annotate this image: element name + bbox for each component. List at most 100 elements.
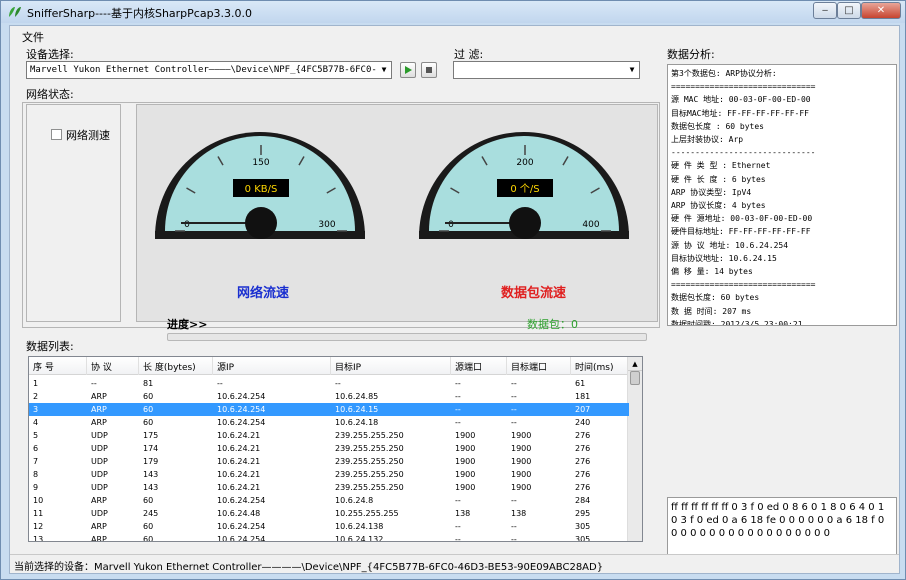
column-header[interactable]: 时间(ms) [575, 360, 613, 373]
speed-test-checkbox[interactable] [51, 129, 62, 140]
table-cell: 174 [143, 444, 159, 453]
flow-tick-min: 0 [184, 220, 190, 230]
column-separator[interactable] [138, 357, 139, 375]
analysis-line: 目标MAC地址: FF-FF-FF-FF-FF-FF [671, 108, 809, 118]
column-header[interactable]: 长 度(bytes) [143, 360, 196, 373]
column-separator[interactable] [570, 357, 571, 375]
table-cell: 143 [143, 483, 159, 492]
table-cell: 1900 [511, 431, 532, 440]
packet-tick-max: 400 [582, 220, 599, 230]
column-header[interactable]: 目标端口 [511, 360, 547, 373]
table-cell: -- [455, 405, 461, 414]
table-cell: 10.6.24.254 [217, 392, 266, 401]
packet-gauge-caption: 数据包流速 [501, 286, 567, 301]
packet-count: 数据包：0 [527, 318, 578, 331]
table-scrollbar[interactable]: ▲ [627, 357, 642, 541]
start-capture-button[interactable] [400, 62, 416, 78]
menu-file[interactable]: 文件 [22, 29, 44, 45]
analysis-line: 源 协 议 地址: 10.6.24.254 [671, 240, 789, 250]
table-row[interactable]: 1 -- 81 -- -- -- -- 61 [29, 377, 629, 390]
table-row[interactable]: 9 UDP 143 10.6.24.21 239.255.255.250 1900 1900… [29, 481, 629, 494]
table-row[interactable]: 11 UDP 245 10.6.24.48 10.255.255.255 138 138 29… [29, 507, 629, 520]
column-separator[interactable] [330, 357, 331, 375]
table-cell: 239.255.255.250 [335, 457, 404, 466]
table-cell: 181 [575, 392, 591, 401]
column-header[interactable]: 序 号 [33, 360, 54, 373]
column-separator[interactable] [212, 357, 213, 375]
device-select[interactable]: Marvell Yukon Ethernet Controller————\De… [26, 61, 392, 79]
minimize-button[interactable]: ‒ [813, 2, 837, 19]
table-row[interactable]: 6 UDP 174 10.6.24.21 239.255.255.250 1900 1900… [29, 442, 629, 455]
table-row[interactable]: 8 UDP 143 10.6.24.21 239.255.255.250 1900 1900… [29, 468, 629, 481]
table-cell: -- [455, 496, 461, 505]
table-cell: 61 [575, 379, 586, 388]
table-row[interactable]: 4 ARP 60 10.6.24.254 10.6.24.18 -- -- 240 [29, 416, 629, 429]
table-cell: 1900 [455, 457, 476, 466]
column-separator[interactable] [86, 357, 87, 375]
analysis-text[interactable]: 第3个数据包: ARP协议分析: ========================… [667, 64, 897, 326]
table-cell: -- [511, 522, 517, 531]
table-cell: UDP [91, 483, 108, 492]
table-cell: 138 [511, 509, 527, 518]
table-cell: 81 [143, 379, 154, 388]
column-header[interactable]: 目标IP [335, 360, 361, 373]
analysis-line: 源 MAC 地址: 00-03-0F-00-ED-00 [671, 95, 811, 105]
table-row[interactable]: 2 ARP 60 10.6.24.254 10.6.24.85 -- -- 181 [29, 390, 629, 403]
network-status-label: 网络状态: [26, 88, 74, 101]
packet-table[interactable]: 序 号 协 议 长 度(bytes) 源IP 目标IP 源端口 目标端口 时间(ms) ▲ 1… [28, 356, 643, 542]
column-separator[interactable] [450, 357, 451, 375]
table-row[interactable]: 12 ARP 60 10.6.24.254 10.6.24.138 -- -- 305 [29, 520, 629, 533]
app-window: SnifferSharp----基于内核SharpPcap3.3.0.0 ‒ □… [0, 0, 906, 580]
table-cell: 9 [33, 483, 39, 492]
maximize-button[interactable]: □ [837, 2, 861, 19]
table-cell: 10.6.24.8 [335, 496, 374, 505]
flow-gauge-caption: 网络流速 [237, 286, 290, 301]
table-label: 数据列表: [26, 340, 74, 353]
table-cell: 10.6.24.48 [217, 509, 261, 518]
analysis-line: 硬 件 长 度 : 6 bytes [671, 174, 766, 184]
analysis-line: ARP 协议长度: 4 bytes [671, 201, 766, 211]
scroll-up-arrow[interactable]: ▲ [628, 357, 642, 371]
table-cell: UDP [91, 431, 108, 440]
table-cell: 7 [33, 457, 39, 466]
table-cell: UDP [91, 509, 108, 518]
filter-select[interactable]: ▼ [453, 61, 640, 79]
table-cell: 10 [33, 496, 44, 505]
analysis-line: ============================== [671, 280, 816, 290]
table-cell: 10.255.255.255 [335, 509, 399, 518]
table-cell: 60 [143, 405, 154, 414]
table-cell: 10.6.24.21 [217, 483, 261, 492]
analysis-line: 第3个数据包: ARP协议分析: [671, 69, 777, 78]
table-row[interactable]: 13 ARP 60 10.6.24.254 10.6.24.132 -- -- 305 [29, 533, 629, 542]
column-header[interactable]: 协 议 [91, 360, 112, 373]
status-text: 当前选择的设备：Marvell Yukon Ethernet Controlle… [14, 562, 604, 573]
table-cell: 143 [143, 470, 159, 479]
table-cell: 239.255.255.250 [335, 431, 404, 440]
scroll-thumb[interactable] [630, 371, 640, 385]
table-row[interactable]: 7 UDP 179 10.6.24.21 239.255.255.250 1900 1900… [29, 455, 629, 468]
column-separator[interactable] [506, 357, 507, 375]
column-header[interactable]: 源IP [217, 360, 234, 373]
table-cell: -- [455, 392, 461, 401]
table-row[interactable]: 3 ARP 60 10.6.24.254 10.6.24.15 -- -- 207 [29, 403, 629, 416]
table-cell: -- [455, 418, 461, 427]
menu-bar: 文件 [10, 26, 899, 44]
table-cell: UDP [91, 457, 108, 466]
table-cell: 10.6.24.21 [217, 470, 261, 479]
play-icon [405, 66, 412, 74]
analysis-line: 目标协议地址: 10.6.24.15 [671, 253, 777, 263]
table-row[interactable]: 5 UDP 175 10.6.24.21 239.255.255.250 1900 1900… [29, 429, 629, 442]
gauge-panel: 0 KB/S 0 150 300 网络流速 0 个/S 0 200 400 数据… [136, 104, 658, 341]
stop-capture-button[interactable] [421, 62, 437, 78]
analysis-line: 数 据 时间: 207 ms [671, 306, 752, 316]
table-cell: 10.6.24.85 [335, 392, 379, 401]
analysis-line: ------------------------------ [671, 148, 816, 158]
close-button[interactable]: ✕ [861, 2, 901, 19]
table-cell: -- [217, 379, 223, 388]
table-cell: 10.6.24.254 [217, 535, 266, 542]
column-header[interactable]: 源端口 [455, 360, 482, 373]
table-row[interactable]: 10 ARP 60 10.6.24.254 10.6.24.8 -- -- 284 [29, 494, 629, 507]
table-cell: -- [511, 535, 517, 542]
table-cell: 8 [33, 470, 39, 479]
table-cell: 276 [575, 457, 591, 466]
